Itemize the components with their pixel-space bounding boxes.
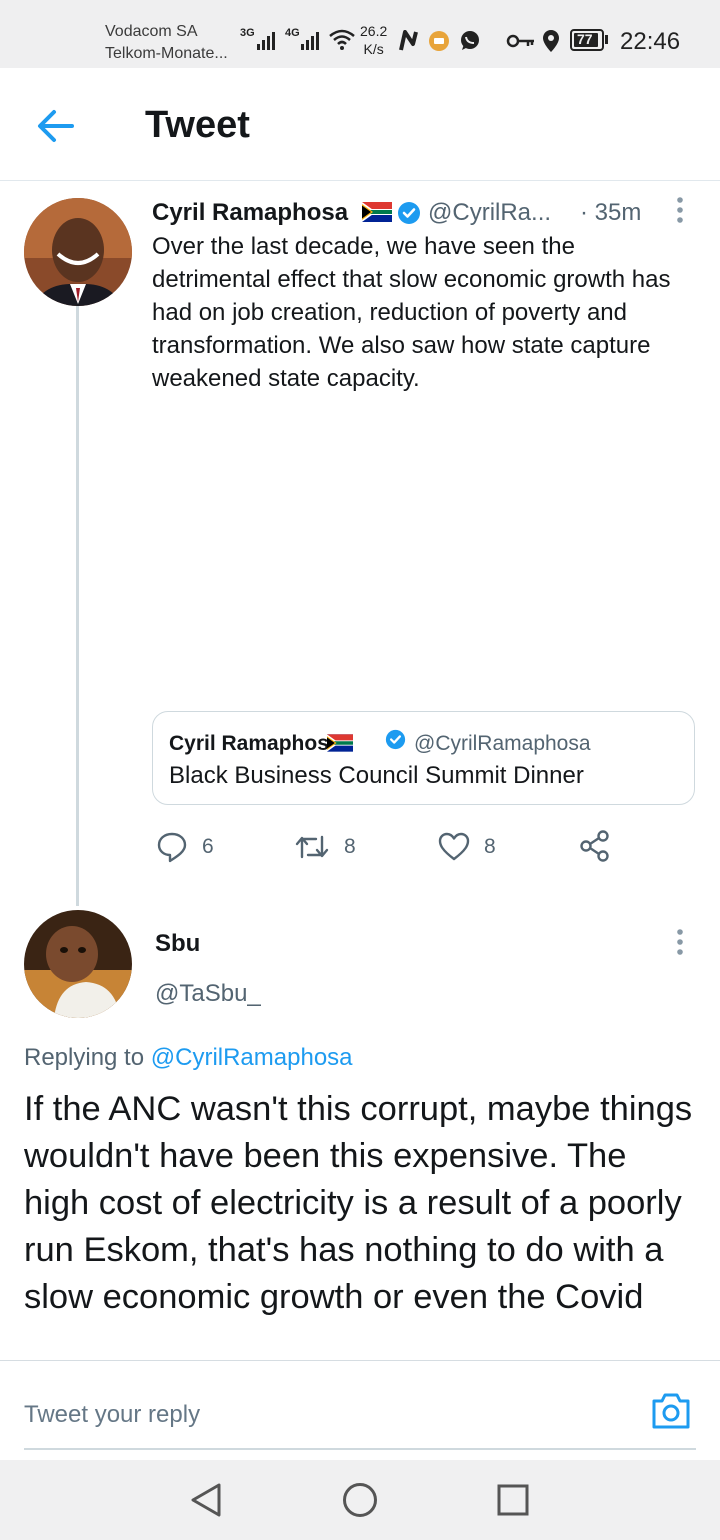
network-speed: 26.2 K/s: [360, 22, 387, 58]
page-title: Tweet: [145, 104, 250, 146]
like-count: 8: [484, 835, 496, 858]
signal-strength-icon: [301, 32, 319, 50]
camera-icon[interactable]: [650, 1391, 692, 1431]
system-navigation-bar: [0, 1460, 720, 1540]
notification-n-icon: [399, 30, 418, 51]
reply-input[interactable]: Tweet your reply: [24, 1401, 200, 1429]
author-name[interactable]: Cyril Ramaphosa: [152, 199, 348, 227]
tweet-timestamp: · 35m: [580, 199, 642, 226]
more-options-icon[interactable]: [674, 196, 686, 224]
reply-count: 6: [202, 835, 214, 858]
author-avatar[interactable]: [24, 198, 132, 306]
quoted-author-name: Cyril Ramaphosa: [169, 732, 341, 755]
nav-recents-icon[interactable]: [496, 1482, 530, 1518]
retweet-count: 8: [344, 835, 356, 858]
replying-to-mention[interactable]: @CyrilRamaphosa: [151, 1044, 353, 1071]
replying-to-label: Replying to: [24, 1044, 145, 1071]
south-africa-flag-icon: [362, 202, 392, 222]
reply-composer: Tweet your reply: [0, 1360, 720, 1461]
whatsapp-icon: [461, 31, 479, 50]
author-handle[interactable]: @CyrilRa...: [428, 199, 551, 227]
nav-back-icon[interactable]: [189, 1482, 223, 1518]
verified-badge-icon: [398, 202, 420, 224]
app-notification-icon: [429, 31, 449, 51]
carrier-names: Vodacom SA Telkom-Monate...: [105, 21, 228, 65]
reply-icon: [157, 832, 187, 863]
clock: 22:46: [620, 28, 681, 55]
input-underline: [24, 1448, 696, 1450]
top-app-bar: Tweet: [0, 68, 720, 181]
south-africa-flag-icon: [327, 734, 353, 752]
tweet-text: Over the last decade, we have seen the d…: [152, 233, 671, 392]
like-button[interactable]: 8: [438, 831, 496, 863]
quoted-tweet-card[interactable]: Cyril Ramaphosa @CyrilRamaphosa Black Bu…: [152, 711, 695, 805]
signal-strength-icon: [257, 32, 275, 50]
retweet-icon: [295, 835, 329, 859]
carrier-1: Vodacom SA: [105, 23, 198, 40]
avatar-image: [24, 198, 132, 306]
wifi-icon: [329, 29, 355, 50]
nav-home-icon[interactable]: [342, 1482, 378, 1518]
quoted-author-handle: @CyrilRamaphosa: [414, 732, 591, 755]
reply-author-name[interactable]: Sbu: [155, 930, 200, 958]
back-arrow-icon[interactable]: [36, 108, 76, 144]
thread-connector-line: [76, 306, 79, 906]
key-icon: [506, 34, 534, 48]
network-3g-label: 3G: [240, 27, 255, 39]
avatar-image: [24, 910, 132, 1018]
battery-icon: 77: [570, 29, 604, 51]
more-options-icon[interactable]: [674, 928, 686, 956]
retweet-button[interactable]: 8: [294, 831, 356, 863]
replying-to-line: Replying to @CyrilRamaphosa: [24, 1044, 353, 1072]
verified-badge-icon: [385, 729, 406, 750]
speed-unit: K/s: [363, 41, 384, 57]
reply-author-handle[interactable]: @TaSbu_: [155, 980, 261, 1008]
speed-value: 26.2: [360, 23, 388, 39]
reply-author-avatar[interactable]: [24, 910, 132, 1018]
carrier-2: Telkom-Monate...: [105, 45, 228, 62]
battery-tip: [605, 35, 608, 44]
location-icon: [543, 30, 559, 52]
heart-icon: [438, 832, 470, 861]
reply-text: If the ANC wasn't this corrupt, maybe th…: [24, 1090, 693, 1316]
battery-level: 77: [577, 31, 593, 47]
status-bar: Vodacom SA Telkom-Monate... 3G 4G 26.2 K…: [0, 0, 720, 68]
share-icon[interactable]: [578, 830, 610, 862]
quoted-tweet-text: Black Business Council Summit Dinner: [169, 762, 584, 789]
reply-button[interactable]: 6: [156, 831, 214, 863]
network-4g-label: 4G: [285, 27, 300, 39]
